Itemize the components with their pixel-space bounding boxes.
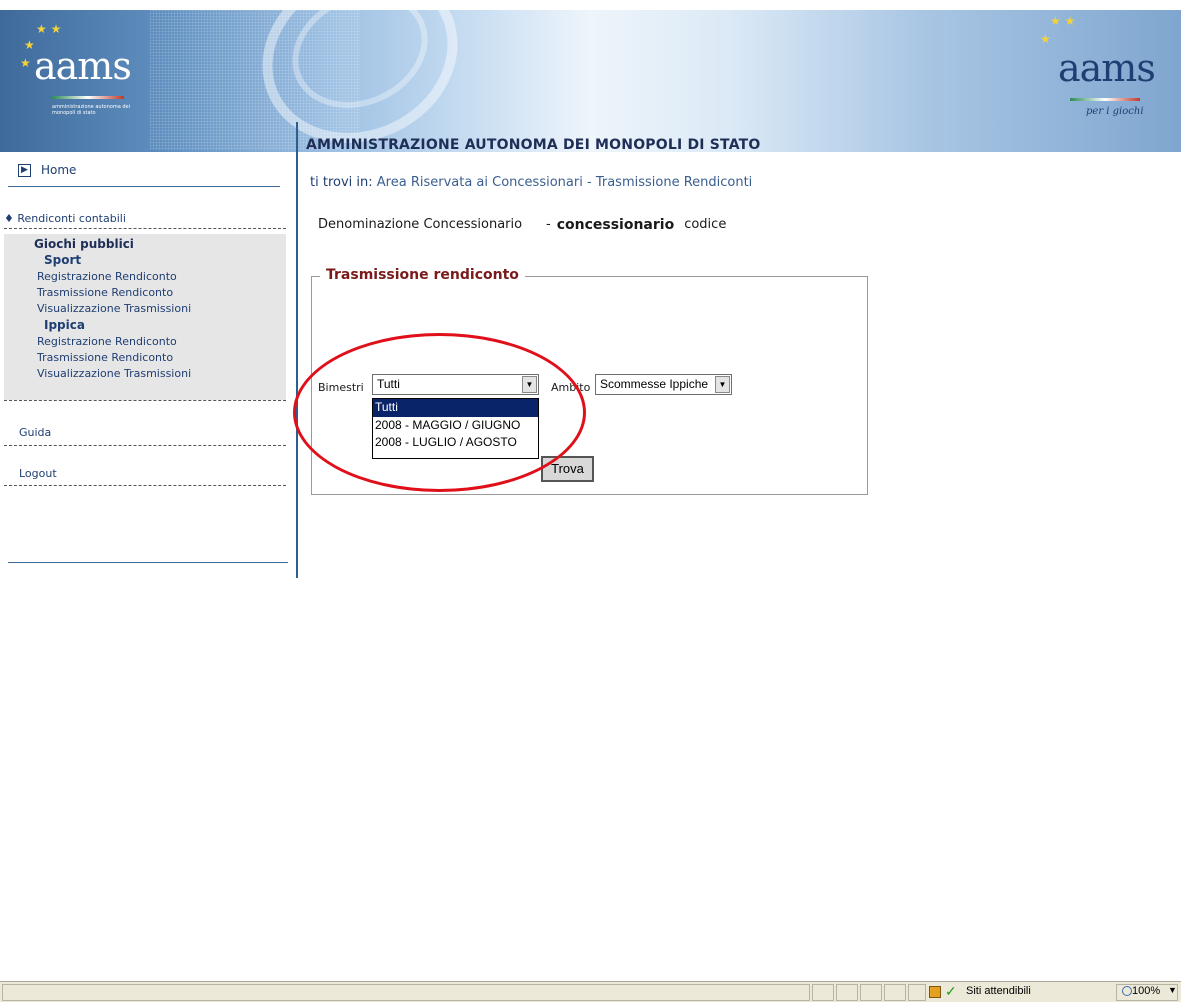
- divider: [4, 445, 286, 446]
- logo-wordmark: aams: [1058, 46, 1156, 90]
- status-pane: [812, 984, 834, 1001]
- sidebar-item-ippica-trasmissione[interactable]: Trasmissione Rendiconto: [37, 351, 173, 364]
- status-pane: [860, 984, 882, 1001]
- sidebar-item-ippica-registrazione[interactable]: Registrazione Rendiconto: [37, 335, 177, 348]
- divider: [4, 400, 286, 401]
- sport-title: Sport: [44, 253, 82, 267]
- group-title: Rendiconti contabili: [17, 212, 126, 225]
- browser-status-bar: ✓ Siti attendibili 100% ▼: [0, 981, 1181, 1002]
- lock-icon[interactable]: [929, 986, 941, 998]
- sidebar: ▶ Home ♦ Rendiconti contabili Giochi pub…: [0, 152, 300, 578]
- divider: [4, 485, 286, 486]
- logo-tricolor: [52, 96, 124, 99]
- chevron-down-icon[interactable]: ▼: [522, 376, 537, 393]
- aams-logo: ★ ★ ★ ★ aams amministrazione autonoma de…: [16, 22, 136, 132]
- chevron-down-icon[interactable]: ▼: [715, 376, 730, 393]
- zoom-level[interactable]: 100%: [1132, 985, 1160, 997]
- conc-separator: -: [546, 217, 551, 232]
- breadcrumb: ti trovi in: Area Riservata ai Concessio…: [310, 175, 752, 190]
- divider: [4, 228, 286, 229]
- bimestri-selected-value: Tutti: [377, 377, 400, 391]
- logo-wordmark: aams: [34, 44, 132, 88]
- dropdown-option[interactable]: Tutti: [373, 399, 538, 417]
- divider: [8, 562, 288, 563]
- conc-code: codice: [684, 217, 727, 232]
- breadcrumb-prefix: ti trovi in:: [310, 175, 373, 190]
- aams-giochi-logo: ★ ★ ★ aams per i giochi: [1040, 14, 1160, 134]
- conc-value: concessionario: [556, 217, 675, 233]
- bimestri-select[interactable]: Tutti ▼: [372, 374, 539, 395]
- sidebar-item-ippica-visualizzazione[interactable]: Visualizzazione Trasmissioni: [37, 367, 191, 380]
- checkmark-icon: ✓: [945, 983, 957, 999]
- sidebar-item-sport-trasmissione[interactable]: Trasmissione Rendiconto: [37, 286, 173, 299]
- section-title: Giochi pubblici: [34, 237, 134, 251]
- status-pane: [836, 984, 858, 1001]
- logo-tricolor: [1070, 98, 1140, 101]
- security-zone-label[interactable]: Siti attendibili: [966, 985, 1031, 997]
- logo-subtitle: amministrazione autonoma dei monopoli di…: [52, 104, 130, 116]
- zoom-icon[interactable]: [1122, 986, 1132, 996]
- sidebar-item-guida[interactable]: Guida: [19, 426, 51, 439]
- submenu-giochi-pubblici: Giochi pubblici Sport Registrazione Rend…: [4, 234, 286, 400]
- dropdown-option[interactable]: 2008 - MAGGIO / GIUGNO: [373, 417, 538, 435]
- conc-label: Denominazione Concessionario: [318, 217, 523, 232]
- star-icon: ★: [20, 56, 31, 70]
- banner-top-edge: [0, 0, 1181, 10]
- bimestri-dropdown-list: Tutti 2008 - MAGGIO / GIUGNO 2008 - LUGL…: [372, 398, 539, 459]
- sidebar-item-home[interactable]: ▶ Home: [18, 163, 76, 177]
- bullet-icon: ♦: [4, 212, 14, 225]
- bimestri-label: Bimestri: [318, 381, 364, 394]
- breadcrumb-area-link[interactable]: Area Riservata ai Concessionari: [377, 175, 583, 190]
- ippica-title: Ippica: [44, 318, 85, 332]
- ambito-selected-value: Scommesse Ippiche: [600, 377, 709, 391]
- sidebar-item-sport-registrazione[interactable]: Registrazione Rendiconto: [37, 270, 177, 283]
- star-icon: ★ ★: [36, 22, 62, 36]
- sidebar-item-logout[interactable]: Logout: [19, 467, 57, 480]
- status-pane: [908, 984, 926, 1001]
- status-pane: [884, 984, 906, 1001]
- concessionario-info: Denominazione Concessionario - concessio…: [318, 217, 726, 233]
- arrow-right-icon: ▶: [18, 163, 31, 177]
- ambito-select[interactable]: Scommesse Ippiche ▼: [595, 374, 732, 395]
- ambito-label: Ambito: [551, 381, 591, 394]
- page-title: AMMINISTRAZIONE AUTONOMA DEI MONOPOLI DI…: [306, 137, 761, 153]
- trova-button[interactable]: Trova: [541, 456, 594, 482]
- logo-tagline: per i giochi: [1086, 106, 1144, 117]
- chevron-down-icon[interactable]: ▼: [1168, 985, 1177, 995]
- star-icon: ★ ★: [1050, 14, 1076, 28]
- fieldset-legend: Trasmissione rendiconto: [320, 267, 525, 283]
- breadcrumb-current: Trasmissione Rendiconti: [595, 175, 753, 190]
- divider: [8, 186, 280, 187]
- breadcrumb-separator: -: [586, 175, 592, 190]
- home-label: Home: [41, 163, 77, 177]
- header-banner: ★ ★ ★ ★ aams amministrazione autonoma de…: [0, 0, 1181, 152]
- star-icon: ★: [1040, 32, 1051, 46]
- sidebar-group-rendiconti[interactable]: ♦ Rendiconti contabili: [4, 212, 126, 225]
- sidebar-item-sport-visualizzazione[interactable]: Visualizzazione Trasmissioni: [37, 302, 191, 315]
- dropdown-option[interactable]: 2008 - LUGLIO / AGOSTO: [373, 434, 538, 452]
- status-text-pane: [2, 984, 810, 1001]
